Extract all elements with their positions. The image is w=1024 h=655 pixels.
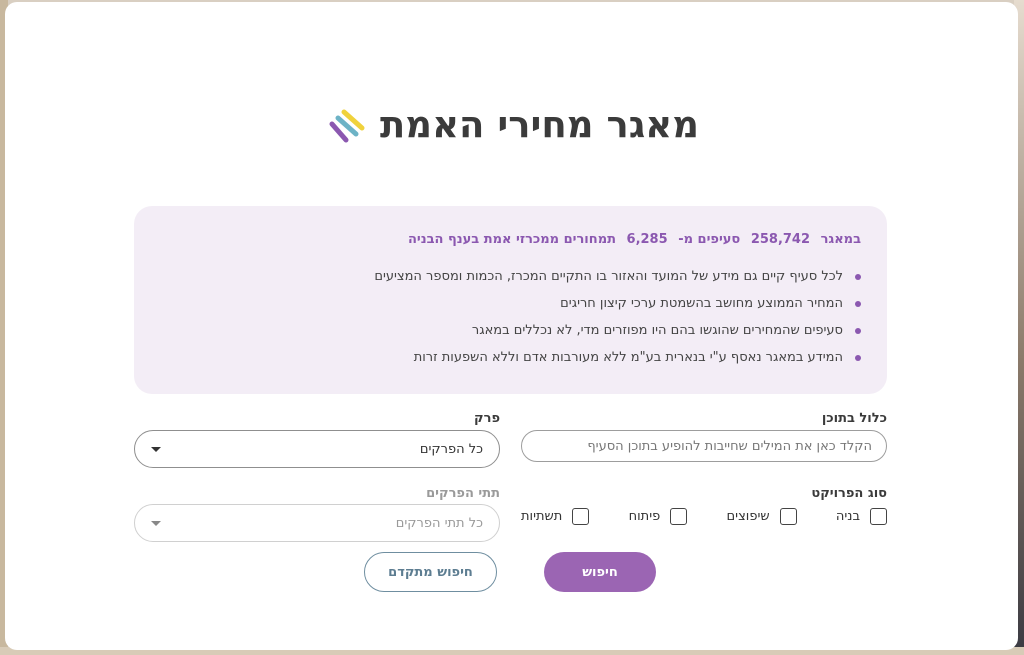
checkbox-label: תשתיות (521, 508, 563, 524)
info-box: במאגר 258,742 סעיפים מ- 6,285 תמחורים ממ… (134, 206, 887, 394)
checkbox-renovations[interactable]: שיפוצים (726, 507, 797, 525)
stats-tenders-count: 6,285 (626, 232, 668, 247)
page-title: מאגר מחירי האמת (380, 102, 699, 146)
chapter-select-value: כל הפרקים (419, 441, 483, 457)
chapter-label: פרק (474, 411, 500, 426)
stats-suffix: תמחורים ממכרזי אמת בענף הבניה (407, 232, 616, 247)
checkbox-construction[interactable]: בניה (835, 507, 887, 525)
title-row: מאגר מחירי האמת (5, 102, 1018, 146)
project-type-checkboxes: בניה שיפוצים פיתוח תשתיות (521, 506, 887, 526)
checkbox-label: פיתוח (628, 508, 661, 524)
brand-logo-icon (329, 109, 365, 143)
advanced-search-button[interactable]: חיפוש מתקדם (364, 552, 497, 592)
stats-prefix: במאגר (820, 232, 861, 247)
chevron-down-icon (151, 520, 161, 526)
search-button[interactable]: חיפוש (544, 552, 656, 592)
bullet-dot-icon (855, 300, 861, 307)
subchapter-select[interactable]: כל תתי הפרקים (134, 504, 500, 542)
checkbox-box[interactable] (779, 507, 797, 525)
content-label: כלול בתוכן (821, 411, 887, 426)
bullet-text: סעיפים שהמחירים שהוגשו בהם היו מפוזרים מ… (471, 323, 843, 338)
list-item: המידע במאגר נאסף ע"י בנארית בע"מ ללא מעו… (160, 344, 861, 371)
checkbox-box[interactable] (572, 507, 590, 525)
stats-items-count: 258,742 (750, 232, 811, 247)
bullet-dot-icon (855, 327, 861, 334)
checkbox-development[interactable]: פיתוח (628, 507, 688, 525)
checkbox-label: בניה (835, 508, 860, 524)
stats-line: במאגר 258,742 סעיפים מ- 6,285 תמחורים ממ… (160, 232, 861, 247)
chapter-select[interactable]: כל הפרקים (134, 430, 500, 468)
subchapter-label: תתי הפרקים (426, 486, 500, 501)
list-item: המחיר הממוצע מחושב בהשמטת ערכי קיצון חרי… (160, 290, 861, 317)
checkbox-box[interactable] (670, 507, 688, 525)
project-type-label: סוג הפרויקט (811, 486, 887, 501)
bullet-dot-icon (855, 273, 861, 280)
subchapter-select-value: כל תתי הפרקים (395, 515, 483, 531)
checkbox-label: שיפוצים (726, 508, 770, 524)
checkbox-infrastructure[interactable]: תשתיות (521, 507, 590, 525)
list-item: סעיפים שהמחירים שהוגשו בהם היו מפוזרים מ… (160, 317, 861, 344)
bullet-text: המידע במאגר נאסף ע"י בנארית בע"מ ללא מעו… (413, 350, 843, 365)
stats-mid: סעיפים מ- (678, 232, 741, 247)
list-item: לכל סעיף קיים גם מידע של המועד והאזור בו… (160, 263, 861, 290)
chevron-down-icon (151, 446, 161, 452)
checkbox-box[interactable] (870, 507, 887, 525)
info-bullets: לכל סעיף קיים גם מידע של המועד והאזור בו… (160, 263, 861, 371)
content-search-input[interactable] (521, 430, 887, 462)
bullet-text: לכל סעיף קיים גם מידע של המועד והאזור בו… (374, 269, 843, 284)
bullet-text: המחיר הממוצע מחושב בהשמטת ערכי קיצון חרי… (560, 296, 843, 311)
bullet-dot-icon (855, 354, 861, 361)
search-modal: מאגר מחירי האמת במאגר 258,742 סעיפים מ- … (5, 2, 1018, 650)
